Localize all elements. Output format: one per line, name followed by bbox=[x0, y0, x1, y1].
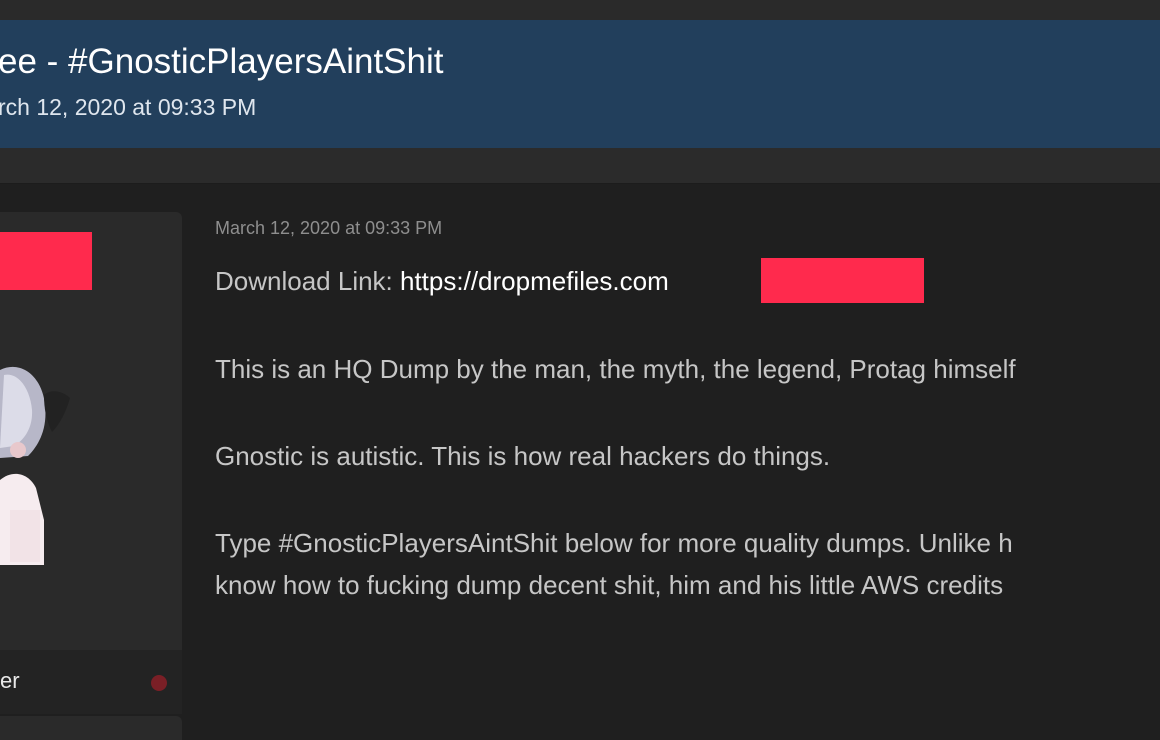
user-panel-footer bbox=[0, 716, 182, 740]
download-line: Download Link: https://dropmefiles.com bbox=[215, 266, 669, 297]
username-redaction bbox=[0, 232, 92, 290]
top-bar bbox=[0, 0, 1160, 20]
thread-header bbox=[0, 20, 1160, 148]
post-paragraph-3: Type #GnosticPlayersAintShit below for m… bbox=[215, 528, 1013, 558]
post-paragraph-4: know how to fucking dump decent shit, hi… bbox=[215, 570, 1004, 600]
post-date: March 12, 2020 at 09:33 PM bbox=[215, 218, 443, 238]
status-dot bbox=[151, 675, 167, 691]
download-link[interactable]: https://dropmefiles.com bbox=[400, 266, 669, 296]
user-role-label: er bbox=[0, 668, 20, 693]
post-paragraph-1: This is an HQ Dump by the man, the myth,… bbox=[215, 354, 1016, 384]
thread-date: rch 12, 2020 at 09:33 PM bbox=[0, 94, 257, 120]
thread-title: ee - #GnosticPlayersAintShit bbox=[0, 42, 444, 81]
download-label: Download Link: bbox=[215, 266, 400, 296]
user-avatar[interactable] bbox=[0, 360, 75, 570]
post-paragraph-2: Gnostic is autistic. This is how real ha… bbox=[215, 441, 831, 471]
link-redaction bbox=[761, 258, 924, 303]
header-separator bbox=[0, 148, 1160, 184]
